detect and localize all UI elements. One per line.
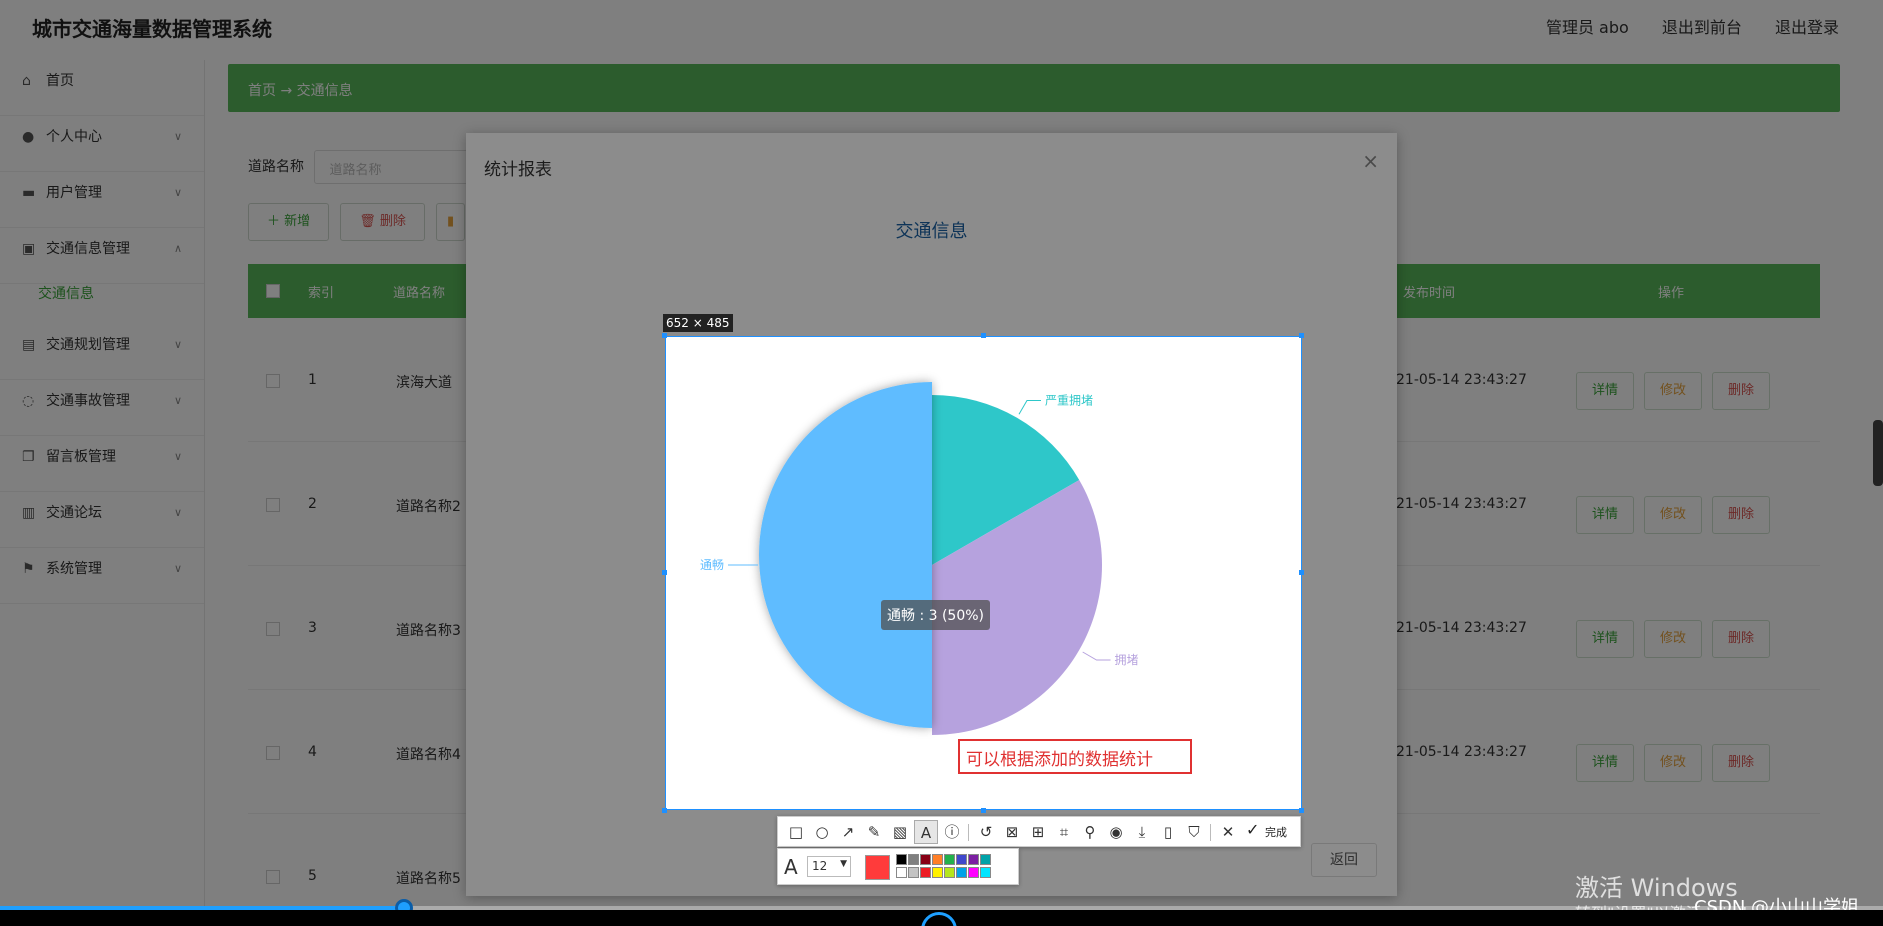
check-icon: ✓: [1246, 820, 1260, 839]
record-icon[interactable]: ◉: [1104, 820, 1128, 844]
pie-label: 严重拥堵: [1045, 393, 1093, 407]
color-swatch[interactable]: [896, 867, 907, 878]
resize-handle-sw[interactable]: [662, 808, 667, 813]
undo-icon[interactable]: ↺: [974, 820, 998, 844]
color-swatch[interactable]: [944, 867, 955, 878]
long-screenshot-icon[interactable]: ⌗: [1052, 820, 1076, 844]
snip-toolbar: □ ○ ↗ ✎ ▧ A ⓘ ↺ ⊠ ⊞ ⌗ ⚲ ◉ ⤓ ▯ ⛉ ✕ ✓ 完成: [777, 816, 1301, 847]
pie-label: 通畅: [700, 558, 724, 572]
text-tool-icon[interactable]: A: [914, 820, 938, 844]
color-swatch[interactable]: [980, 867, 991, 878]
pie-slice[interactable]: [759, 382, 932, 728]
toolbar-divider: [968, 824, 969, 841]
chart-tooltip: 通畅 : 3 (50%): [881, 600, 991, 630]
resize-handle-n[interactable]: [981, 333, 986, 338]
phone-icon[interactable]: ▯: [1156, 820, 1180, 844]
resize-handle-s[interactable]: [981, 808, 986, 813]
color-swatch[interactable]: [932, 854, 943, 865]
capture-region[interactable]: 严重拥堵拥堵 通畅 通畅 : 3 (50%) 可以根据添加的数据统计: [665, 336, 1302, 810]
resize-handle-ne[interactable]: [1299, 333, 1304, 338]
resize-handle-se[interactable]: [1299, 808, 1304, 813]
color-swatch[interactable]: [920, 867, 931, 878]
resize-handle-w[interactable]: [662, 570, 667, 575]
color-swatch[interactable]: [908, 867, 919, 878]
capture-size-badge: 652 × 485: [663, 314, 733, 332]
pin-icon[interactable]: ⚲: [1078, 820, 1102, 844]
pie-label-line: [1082, 651, 1111, 661]
font-size-select[interactable]: 12 ▼: [807, 856, 851, 877]
ocr-icon[interactable]: ⊠: [1000, 820, 1024, 844]
color-swatch[interactable]: [908, 854, 919, 865]
resize-handle-nw[interactable]: [662, 333, 667, 338]
bookmark-icon[interactable]: ⛉: [1182, 820, 1206, 844]
pie-label: 拥堵: [1115, 653, 1139, 667]
pencil-tool-icon[interactable]: ✎: [862, 820, 886, 844]
color-swatch[interactable]: [980, 854, 991, 865]
color-swatch[interactable]: [956, 854, 967, 865]
font-size-value: 12: [812, 859, 828, 873]
toolbar-divider: [1210, 824, 1211, 841]
ellipse-tool-icon[interactable]: ○: [810, 820, 834, 844]
mosaic-tool-icon[interactable]: ▧: [888, 820, 912, 844]
done-label: 完成: [1265, 826, 1287, 839]
color-swatch[interactable]: [968, 867, 979, 878]
text-options-bar: A 12 ▼: [777, 848, 1019, 885]
translate-icon[interactable]: ⊞: [1026, 820, 1050, 844]
font-icon: A: [784, 855, 798, 879]
annotation-text-box[interactable]: 可以根据添加的数据统计: [958, 739, 1192, 774]
color-swatch[interactable]: [956, 867, 967, 878]
color-swatch[interactable]: [944, 854, 955, 865]
cancel-icon[interactable]: ✕: [1216, 820, 1240, 844]
number-tool-icon[interactable]: ⓘ: [940, 820, 964, 844]
color-swatch[interactable]: [968, 854, 979, 865]
pie-label-line: [1018, 399, 1041, 415]
chevron-down-icon: ▼: [840, 859, 847, 869]
current-color-swatch[interactable]: [865, 855, 890, 880]
color-swatch[interactable]: [896, 854, 907, 865]
scrollbar-thumb[interactable]: [1873, 420, 1883, 486]
resize-handle-e[interactable]: [1299, 570, 1304, 575]
color-swatch[interactable]: [920, 854, 931, 865]
rectangle-tool-icon[interactable]: □: [784, 820, 808, 844]
download-icon[interactable]: ⤓: [1130, 820, 1154, 844]
arrow-tool-icon[interactable]: ↗: [836, 820, 860, 844]
color-swatch[interactable]: [932, 867, 943, 878]
